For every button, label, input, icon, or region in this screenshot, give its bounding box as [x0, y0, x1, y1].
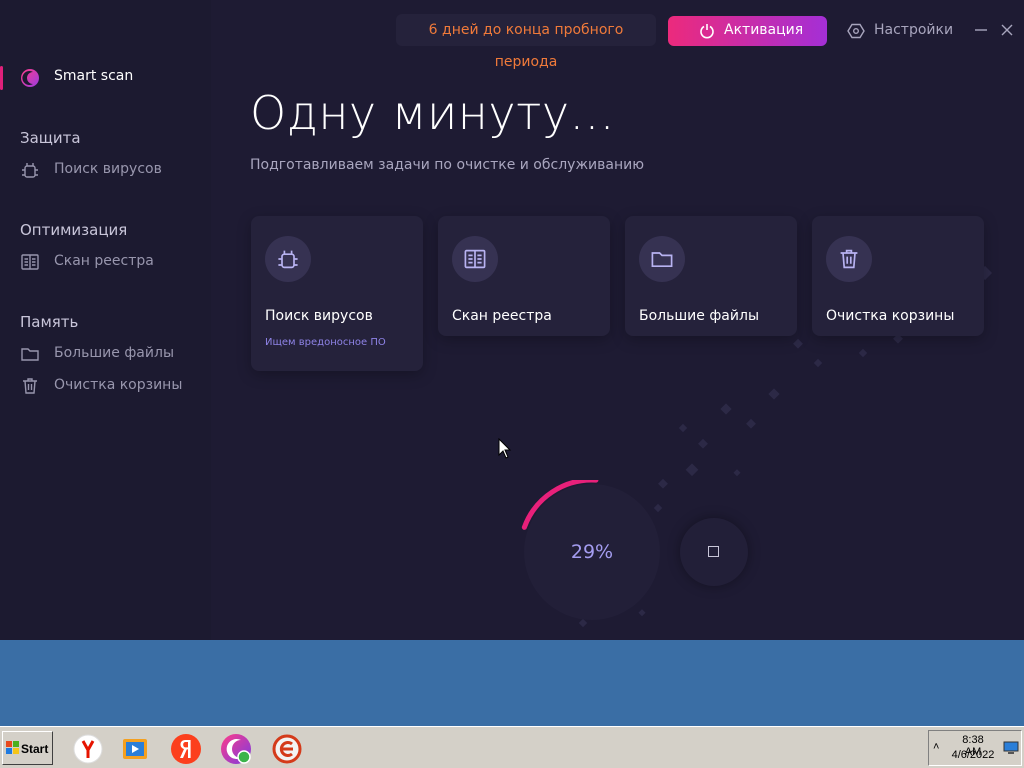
card-status: Ищем вредоносное ПО [265, 337, 386, 348]
task-card-empty-trash[interactable]: Очистка корзины [812, 216, 984, 336]
card-icon-badge [639, 236, 685, 282]
trial-remaining-badge[interactable]: 6 дней до конца пробного периода [396, 14, 656, 70]
trash-icon [23, 378, 37, 394]
yandex-browser-icon[interactable] [72, 733, 104, 765]
stop-scan-button[interactable] [680, 518, 748, 586]
sidebar-item-label: Очистка корзины [54, 377, 183, 393]
folder-icon [21, 348, 39, 361]
sidebar-item-label: Поиск вирусов [54, 161, 162, 177]
section-title-optimization: Оптимизация [20, 221, 128, 239]
bug-icon [278, 250, 298, 269]
windows-flag-icon [6, 741, 19, 754]
scan-progress-ring: 29% [512, 477, 667, 630]
sidebar-item-empty-trash[interactable]: Очистка корзины [0, 373, 211, 399]
tray-expand-icon[interactable]: ˄ [933, 741, 939, 753]
cleaner-app-window: Smart scan Защита Поиск вирусов Оптимиза… [0, 0, 1024, 640]
sidebar: Smart scan Защита Поиск вирусов Оптимиза… [0, 0, 211, 640]
card-title: Большие файлы [639, 308, 759, 324]
card-title: Поиск вирусов [265, 308, 373, 324]
sidebar-item-label: Большие файлы [54, 345, 174, 361]
minimize-icon[interactable] [972, 20, 990, 40]
close-icon[interactable] [998, 20, 1016, 40]
card-title: Скан реестра [452, 308, 552, 324]
browser-e-icon[interactable] [271, 733, 303, 765]
app-logo-icon [21, 69, 39, 87]
active-indicator [0, 66, 3, 90]
task-card-registry-scan[interactable]: Скан реестра [438, 216, 610, 336]
start-label: Start [21, 742, 49, 756]
task-card-virus-scan[interactable]: Поиск вирусов Ищем вредоносное ПО [251, 216, 423, 371]
sidebar-item-smart-scan[interactable]: Smart scan [0, 62, 211, 94]
folder-icon [651, 252, 673, 268]
yandex-icon[interactable] [170, 733, 202, 765]
section-title-memory: Память [20, 313, 79, 331]
cleaner-app-icon[interactable] [220, 733, 252, 765]
sidebar-item-registry-scan[interactable]: Скан реестра [0, 249, 211, 275]
settings-label: Настройки [874, 22, 954, 38]
card-icon-badge [452, 236, 498, 282]
taskbar: Start ˄ 8:38 AM 4/6/2022 [0, 726, 1024, 768]
system-tray: ˄ 8:38 AM 4/6/2022 [928, 730, 1022, 766]
bug-icon [22, 163, 38, 178]
card-icon-badge [826, 236, 872, 282]
card-title: Очистка корзины [826, 308, 955, 324]
power-icon [700, 24, 714, 39]
task-card-large-files[interactable]: Большие файлы [625, 216, 797, 336]
activate-button[interactable]: Активация [668, 16, 827, 46]
stop-icon [708, 546, 719, 557]
mouse-cursor-icon [498, 438, 512, 459]
activate-button-label: Активация [724, 22, 804, 38]
registry-book-icon [464, 249, 486, 269]
media-player-icon[interactable] [119, 733, 151, 765]
progress-percent: 29% [570, 541, 614, 563]
sidebar-item-large-files[interactable]: Большие файлы [0, 341, 211, 367]
trash-icon [840, 249, 858, 269]
gear-icon [847, 23, 865, 39]
start-button[interactable]: Start [2, 731, 53, 765]
section-title-protection: Защита [20, 129, 81, 147]
clock-date[interactable]: 4/6/2022 [947, 749, 999, 761]
network-icon[interactable] [1003, 741, 1019, 755]
sidebar-item-virus-scan[interactable]: Поиск вирусов [0, 157, 211, 183]
sidebar-item-label: Smart scan [54, 68, 134, 84]
card-icon-badge [265, 236, 311, 282]
sidebar-item-label: Скан реестра [54, 253, 154, 269]
settings-button[interactable]: Настройки [847, 20, 957, 42]
registry-book-icon [21, 254, 39, 270]
page-subtitle: Подготавливаем задачи по очистке и обслу… [250, 157, 645, 173]
page-title: Одну минуту... [250, 86, 615, 140]
